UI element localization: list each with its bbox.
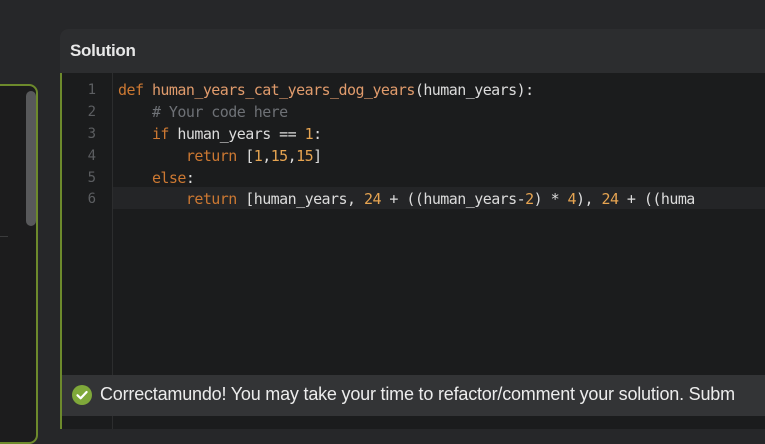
check-circle-icon bbox=[72, 385, 92, 405]
code-line-3[interactable]: if human_years == 1: bbox=[118, 123, 322, 145]
function-name: human_years_cat_years_dog_years bbox=[151, 81, 415, 99]
code-line-4[interactable]: return [1,15,15] bbox=[118, 145, 322, 167]
success-message: Correctamundo! You may take your time to… bbox=[100, 384, 735, 404]
comment: # Your code here bbox=[151, 103, 288, 121]
code-text: (human_years): bbox=[414, 81, 534, 99]
number-literal: 2 bbox=[525, 190, 534, 208]
code-line-1[interactable]: def human_years_cat_years_dog_years(huma… bbox=[118, 79, 534, 101]
code-text: ), bbox=[576, 190, 602, 208]
left-panel-divider bbox=[0, 236, 8, 237]
number-literal: 1 bbox=[304, 125, 314, 143]
number-literal: 24 bbox=[363, 190, 382, 208]
code-text: , bbox=[262, 147, 271, 165]
success-banner: Correctamundo! You may take your time to… bbox=[60, 375, 765, 416]
line-number: 5 bbox=[87, 170, 96, 186]
solution-panel: Solution 1 2 3 4 5 6 def human_years_cat… bbox=[60, 29, 765, 429]
line-number: 2 bbox=[87, 104, 96, 120]
code-line-5[interactable]: else: bbox=[118, 167, 195, 189]
line-number: 3 bbox=[87, 126, 96, 142]
code-text: : bbox=[185, 169, 195, 187]
code-text: [ bbox=[236, 147, 254, 165]
code-line-6[interactable]: return [human_years, 24 + ((human_years-… bbox=[118, 188, 695, 210]
keyword: def bbox=[118, 81, 144, 99]
line-number: 1 bbox=[87, 82, 96, 98]
number-literal: 15 bbox=[296, 147, 314, 165]
code-text: [human_years, bbox=[236, 190, 364, 208]
code-text: + ((human_years- bbox=[380, 190, 526, 208]
solution-title: Solution bbox=[70, 41, 136, 60]
code-text: + ((huma bbox=[618, 190, 695, 208]
code-text: : bbox=[313, 125, 322, 143]
number-literal: 1 bbox=[253, 147, 263, 165]
code-text: ] bbox=[313, 147, 322, 165]
code-line-2[interactable]: # Your code here bbox=[118, 101, 288, 123]
number-literal: 24 bbox=[601, 190, 619, 208]
keyword: if bbox=[151, 125, 170, 143]
keyword: else bbox=[151, 169, 186, 187]
code-text: human_years == bbox=[168, 125, 305, 143]
line-number: 4 bbox=[87, 148, 96, 164]
keyword: return bbox=[185, 190, 237, 208]
keyword: return bbox=[185, 147, 237, 165]
line-number: 6 bbox=[87, 191, 96, 207]
number-literal: 15 bbox=[270, 147, 289, 165]
solution-header: Solution bbox=[60, 29, 765, 73]
left-panel-scrollbar[interactable] bbox=[26, 91, 36, 226]
code-text: , bbox=[287, 147, 297, 165]
code-text: ) * bbox=[533, 190, 568, 208]
number-literal: 4 bbox=[567, 190, 577, 208]
